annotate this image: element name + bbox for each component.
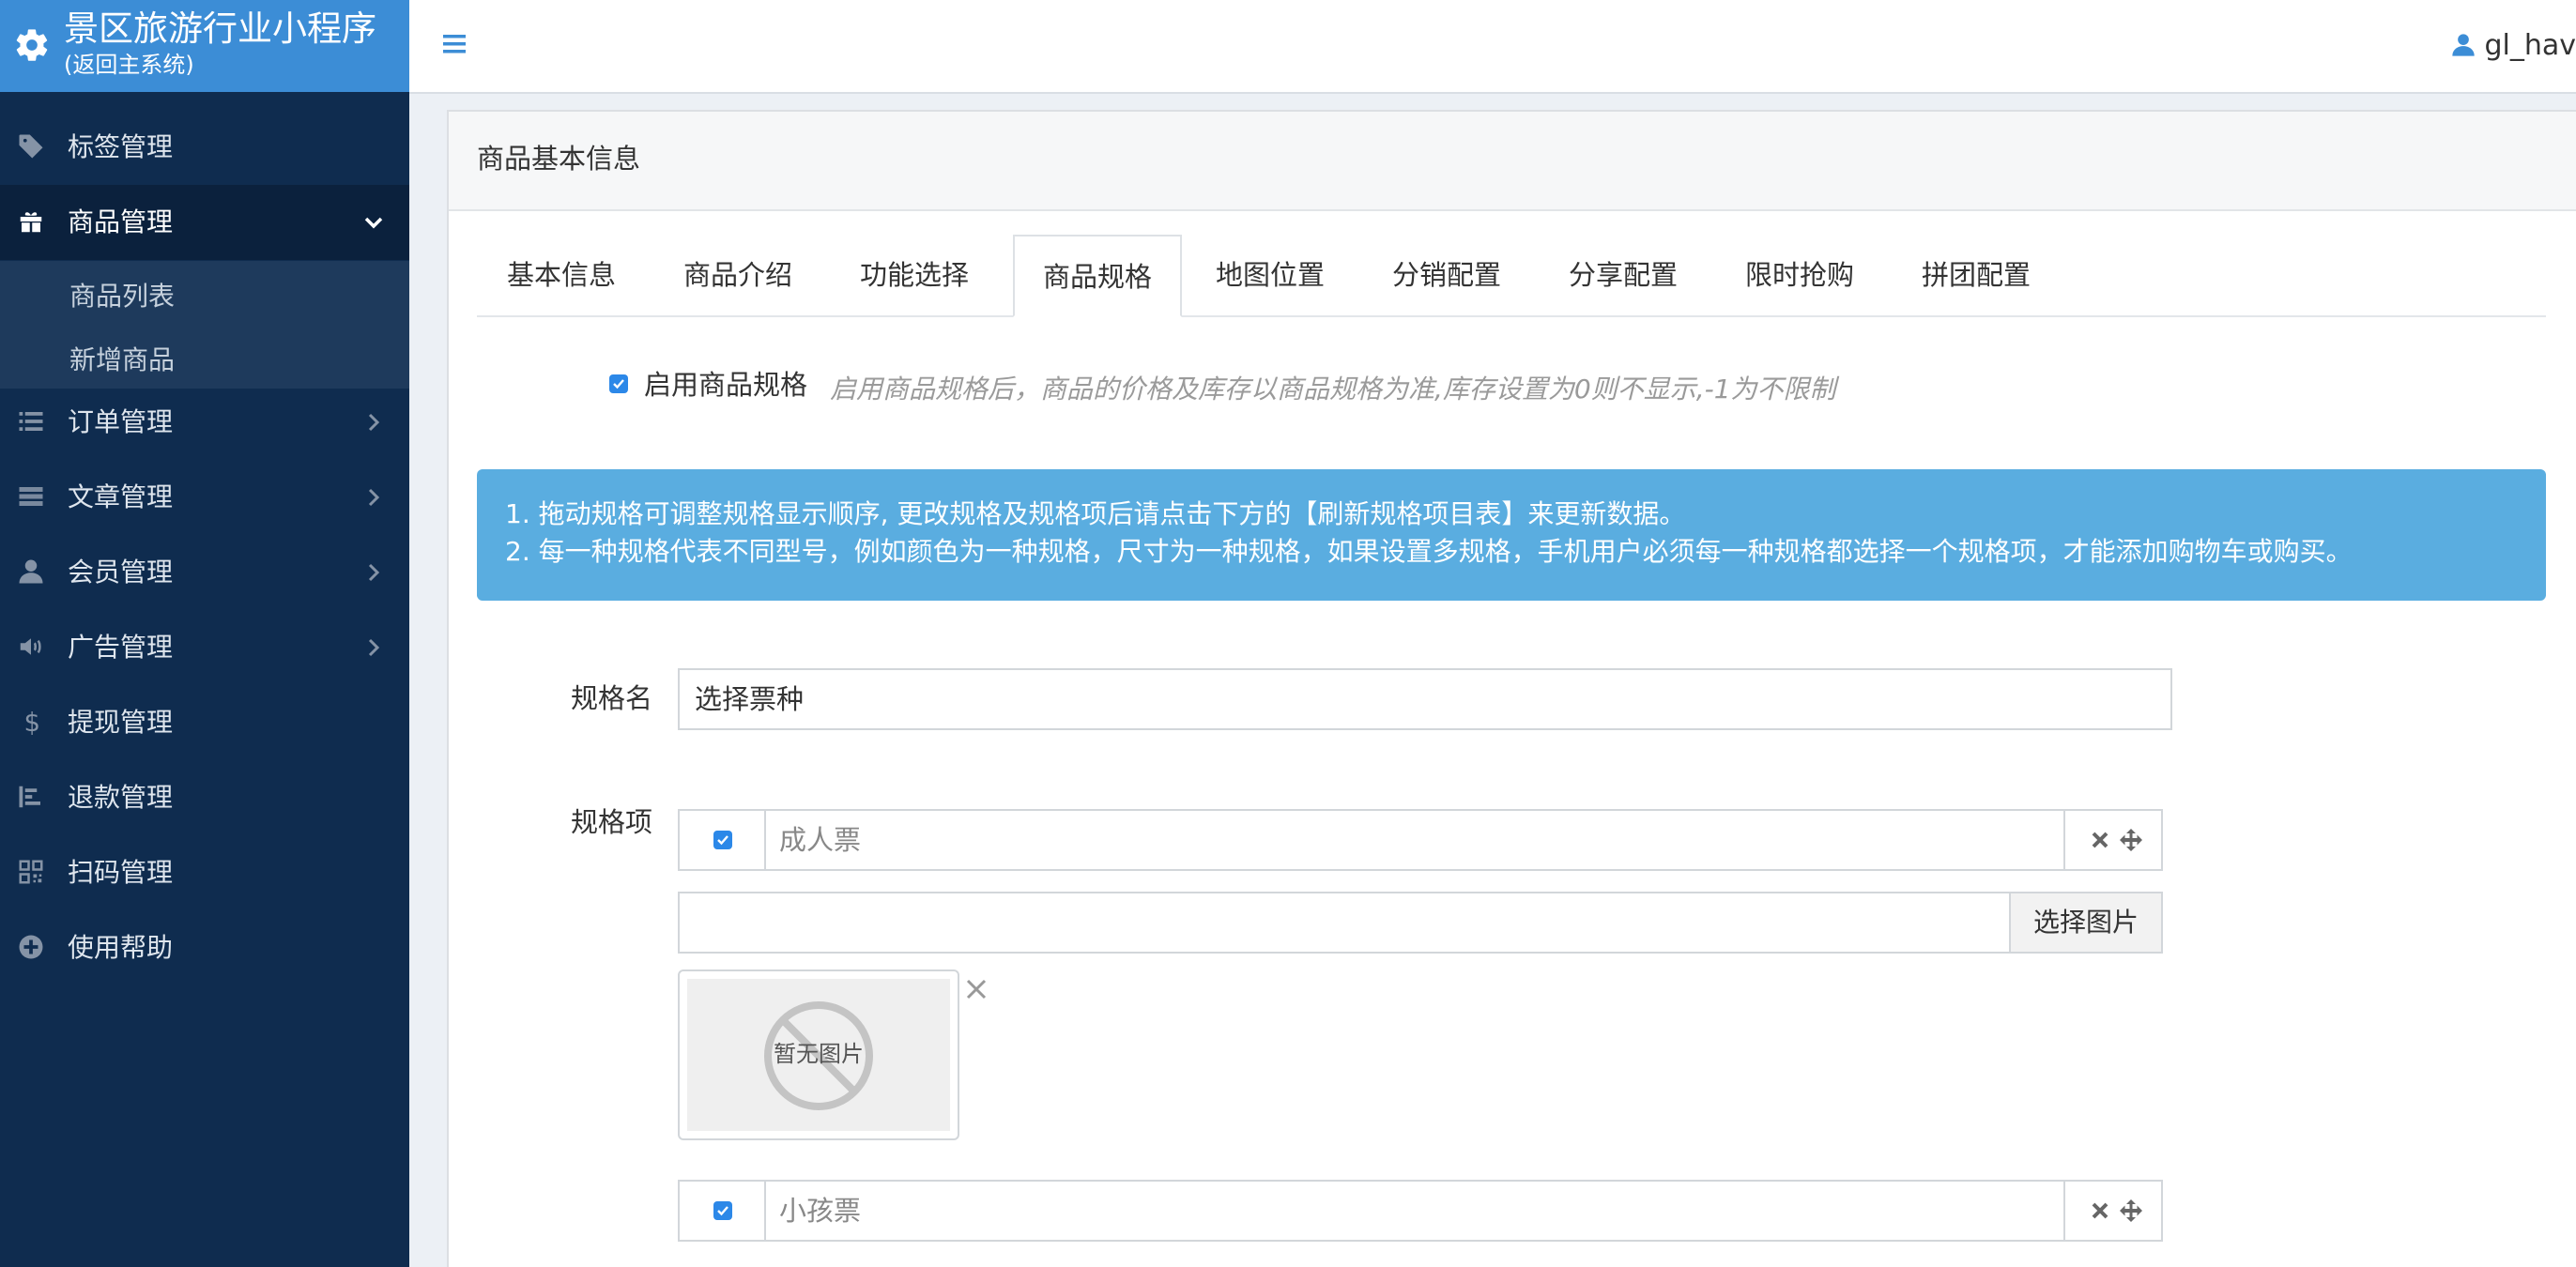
back-to-main-link[interactable]: (返回主系统)	[64, 51, 194, 79]
sidebar-item-help[interactable]: 使用帮助	[0, 910, 409, 985]
spec-name-value: 选择票种	[695, 683, 805, 715]
spec-item-checkbox[interactable]	[713, 831, 732, 849]
panel-title: 商品基本信息	[477, 143, 641, 175]
help-icon	[19, 935, 43, 959]
chevron-down-icon	[364, 217, 383, 229]
sidebar-item-label: 商品管理	[68, 206, 174, 237]
spec-item-input[interactable]: 小孩票	[779, 1182, 861, 1240]
chevron-right-icon	[368, 638, 380, 657]
brand-header[interactable]: 景区旅游行业小程序 (返回主系统)	[0, 0, 409, 92]
topbar: gl_hav	[409, 0, 2576, 94]
sidebar-item-withdraw[interactable]: $ 提现管理	[0, 685, 409, 760]
user-icon	[19, 559, 43, 584]
spec-item-row: 小孩票	[678, 1180, 2163, 1242]
spec-name-input[interactable]: 选择票种	[678, 668, 2172, 730]
spec-item-row: 成人票	[678, 809, 2163, 871]
sidebar-item-tags[interactable]: 标签管理	[0, 110, 409, 185]
tab-flash-sale[interactable]: 限时抢购	[1715, 235, 1884, 315]
sidebar-item-articles[interactable]: 文章管理	[0, 460, 409, 535]
qrcode-icon	[19, 860, 43, 884]
sidebar-item-label: 会员管理	[68, 557, 174, 588]
sidebar-item-products[interactable]: 商品管理	[0, 185, 409, 260]
gear-icon	[16, 29, 48, 61]
tab-specifications[interactable]: 商品规格	[1013, 235, 1182, 317]
sidebar-item-label: 广告管理	[68, 632, 174, 663]
image-placeholder: 暂无图片	[687, 979, 950, 1131]
alert-line: 2. 每一种规格代表不同型号，例如颜色为一种规格，尺寸为一种规格，如果设置多规格…	[505, 536, 2353, 567]
select-image-button[interactable]: 选择图片	[2009, 893, 2161, 952]
tab-basic-info[interactable]: 基本信息	[477, 235, 646, 315]
app-title: 景区旅游行业小程序	[64, 8, 376, 49]
sidebar-item-label: 扫码管理	[68, 857, 174, 888]
chevron-right-icon	[368, 413, 380, 432]
sidebar-item-members[interactable]: 会员管理	[0, 535, 409, 610]
list-icon	[19, 412, 43, 431]
menu-toggle-icon[interactable]	[443, 34, 466, 54]
spec-item-checkbox[interactable]	[713, 1201, 732, 1220]
user-icon	[2452, 34, 2476, 56]
products-submenu: 商品列表 新增商品	[0, 261, 409, 389]
move-icon[interactable]	[2118, 1198, 2144, 1224]
spec-item-checkbox-cell	[680, 1182, 766, 1240]
tab-share[interactable]: 分享配置	[1539, 235, 1708, 315]
delete-icon[interactable]	[2090, 1200, 2110, 1221]
enable-spec-label: 启用商品规格	[644, 369, 808, 401]
dollar-icon: $	[24, 708, 41, 736]
sidebar-item-label: 标签管理	[68, 131, 174, 162]
svg-text:$: $	[24, 708, 41, 736]
gift-icon	[20, 212, 42, 233]
submenu-item-add-product[interactable]: 新增商品	[69, 332, 175, 389]
sidebar-item-label: 提现管理	[68, 707, 174, 738]
speaker-icon	[20, 638, 41, 655]
spec-item-actions	[2063, 1182, 2161, 1240]
tab-functions[interactable]: 功能选择	[830, 235, 999, 315]
sidebar-item-qrcode[interactable]: 扫码管理	[0, 835, 409, 910]
chevron-right-icon	[368, 488, 380, 507]
tab-bar: 基本信息 商品介绍 功能选择 商品规格 地图位置 分销配置 分享配置 限时抢购 …	[477, 235, 2546, 317]
article-icon	[19, 487, 43, 506]
move-icon[interactable]	[2118, 827, 2144, 853]
spec-item-input[interactable]: 成人票	[779, 811, 861, 869]
submenu-item-product-list[interactable]: 商品列表	[69, 268, 175, 325]
refund-icon	[19, 786, 40, 808]
sidebar-item-refunds[interactable]: 退款管理	[0, 760, 409, 835]
sidebar-item-label: 订单管理	[68, 406, 174, 437]
sidebar-item-ads[interactable]: 广告管理	[0, 610, 409, 685]
chevron-right-icon	[368, 563, 380, 582]
tab-map-location[interactable]: 地图位置	[1186, 235, 1355, 315]
image-thumbnail: 暂无图片	[678, 969, 959, 1140]
user-menu[interactable]: gl_hav	[2450, 24, 2576, 68]
enable-spec-hint: 启用商品规格后，商品的价格及库存以商品规格为准,库存设置为0则不显示,-1为不限…	[830, 374, 1836, 405]
sidebar-item-orders[interactable]: 订单管理	[0, 385, 409, 460]
alert-line: 1. 拖动规格可调整规格显示顺序, 更改规格及规格项后请点击下方的【刷新规格项目…	[505, 498, 1686, 529]
spec-item-checkbox-cell	[680, 811, 766, 869]
username: gl_hav	[2484, 29, 2576, 62]
tab-group-buy[interactable]: 拼团配置	[1892, 235, 2061, 315]
no-image-text: 暂无图片	[774, 1041, 864, 1067]
tab-distribution[interactable]: 分销配置	[1362, 235, 1531, 315]
enable-spec-checkbox[interactable]	[609, 374, 628, 393]
remove-image-icon[interactable]	[963, 976, 989, 1002]
sidebar-item-label: 退款管理	[68, 782, 174, 813]
tab-introduction[interactable]: 商品介绍	[653, 235, 822, 315]
spec-items-label: 规格项	[571, 806, 653, 838]
delete-icon[interactable]	[2090, 830, 2110, 850]
sidebar: 景区旅游行业小程序 (返回主系统) 标签管理 商品管理 商品列表 新增商品 订单…	[0, 0, 409, 1267]
tag-icon	[19, 134, 43, 159]
sidebar-item-label: 使用帮助	[68, 932, 174, 963]
image-path-input[interactable]: 选择图片	[678, 892, 2163, 954]
sidebar-item-label: 文章管理	[68, 481, 174, 512]
spec-name-label: 规格名	[571, 682, 653, 714]
info-alert: 1. 拖动规格可调整规格显示顺序, 更改规格及规格项后请点击下方的【刷新规格项目…	[477, 469, 2546, 601]
spec-item-actions	[2063, 811, 2161, 869]
panel-header: 商品基本信息	[449, 112, 2576, 211]
